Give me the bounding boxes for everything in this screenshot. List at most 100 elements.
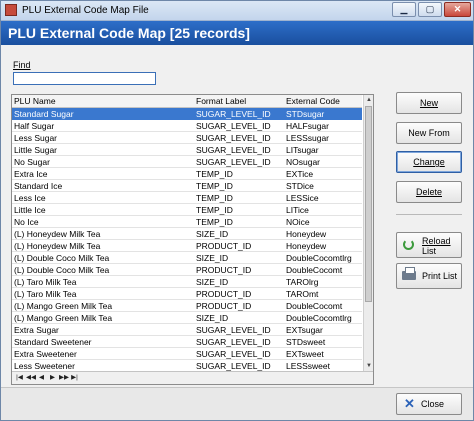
table-row[interactable]: Little Ice TEMP_ID LITice [12, 204, 362, 216]
plu-name-cell: Standard Ice [14, 181, 63, 191]
table-row[interactable]: (L) Taro Milk Tea PRODUCT_ID TAROmt [12, 288, 362, 300]
prev-page-icon[interactable]: ◀◀ [26, 373, 36, 383]
plu-grid: PLU Name Format Label External Code Stan… [11, 94, 374, 385]
external-code-cell: EXTsugar [286, 325, 323, 335]
table-row[interactable]: (L) Honeydew Milk Tea SIZE_ID Honeydew [12, 228, 362, 240]
format-label-cell: PRODUCT_ID [196, 301, 252, 311]
external-code-cell: NOsugar [286, 157, 321, 167]
plu-name-cell: (L) Mango Green Milk Tea [14, 301, 113, 311]
format-label-cell: SUGAR_LEVEL_ID [196, 325, 271, 335]
column-header-format-label[interactable]: Format Label [196, 96, 246, 106]
table-row[interactable]: Extra Sweetener SUGAR_LEVEL_ID EXTsweet [12, 348, 362, 360]
app-icon [5, 4, 17, 16]
table-row[interactable]: (L) Taro Milk Tea SIZE_ID TAROlrg [12, 276, 362, 288]
new-from-button[interactable]: New From [396, 122, 462, 144]
title-bar[interactable]: PLU External Code Map File ▁ ▢ ✕ [1, 1, 473, 21]
external-code-cell: LESSsweet [286, 361, 330, 371]
maximize-button[interactable]: ▢ [418, 2, 442, 17]
plu-name-cell: Extra Ice [14, 169, 48, 179]
header-band: PLU External Code Map [25 records] [1, 21, 473, 45]
window-close-button[interactable]: ✕ [444, 2, 471, 17]
external-code-cell: DoubleCocomt [286, 265, 343, 275]
format-label-cell: SUGAR_LEVEL_ID [196, 349, 271, 359]
external-code-cell: DoubleCocomt [286, 301, 343, 311]
scroll-thumb[interactable] [365, 106, 372, 302]
close-icon: ✕ [404, 396, 415, 411]
change-button[interactable]: Change [396, 151, 462, 173]
table-row[interactable]: Half Sugar SUGAR_LEVEL_ID HALFsugar [12, 120, 362, 132]
plu-name-cell: Less Ice [14, 193, 46, 203]
format-label-cell: SIZE_ID [196, 277, 229, 287]
grid-header: PLU Name Format Label External Code [12, 95, 362, 108]
table-row[interactable]: Standard Sweetener SUGAR_LEVEL_ID STDsweet [12, 336, 362, 348]
plu-name-cell: (L) Double Coco Milk Tea [14, 253, 110, 263]
next-record-icon[interactable]: ▶ [48, 373, 57, 383]
plu-name-cell: No Ice [14, 217, 39, 227]
table-row[interactable]: Extra Ice TEMP_ID EXTice [12, 168, 362, 180]
plu-name-cell: (L) Mango Green Milk Tea [14, 313, 113, 323]
format-label-cell: SUGAR_LEVEL_ID [196, 109, 271, 119]
table-row[interactable]: No Sugar SUGAR_LEVEL_ID NOsugar [12, 156, 362, 168]
plu-name-cell: Half Sugar [14, 121, 55, 131]
format-label-cell: TEMP_ID [196, 169, 233, 179]
format-label-cell: SUGAR_LEVEL_ID [196, 361, 271, 371]
plu-name-cell: (L) Honeydew Milk Tea [14, 241, 101, 251]
table-row[interactable]: Less Sugar SUGAR_LEVEL_ID LESSsugar [12, 132, 362, 144]
plu-name-cell: (L) Taro Milk Tea [14, 277, 77, 287]
table-row[interactable]: Extra Sugar SUGAR_LEVEL_ID EXTsugar [12, 324, 362, 336]
print-list-button[interactable]: Print List [396, 263, 462, 289]
printer-icon [402, 267, 416, 280]
table-row[interactable]: Standard Sugar SUGAR_LEVEL_ID STDsugar [12, 108, 362, 120]
new-button[interactable]: New [396, 92, 462, 114]
plu-name-cell: (L) Double Coco Milk Tea [14, 265, 110, 275]
external-code-cell: TAROmt [286, 289, 319, 299]
table-row[interactable]: (L) Mango Green Milk Tea PRODUCT_ID Double… [12, 300, 362, 312]
format-label-cell: TEMP_ID [196, 217, 233, 227]
table-row[interactable]: Standard Ice TEMP_ID STDice [12, 180, 362, 192]
format-label-cell: PRODUCT_ID [196, 241, 252, 251]
plu-name-cell: Less Sugar [14, 133, 57, 143]
format-label-cell: PRODUCT_ID [196, 265, 252, 275]
button-separator [396, 214, 462, 215]
format-label-cell: SUGAR_LEVEL_ID [196, 145, 271, 155]
external-code-cell: Honeydew [286, 241, 327, 251]
plu-name-cell: Extra Sweetener [14, 349, 77, 359]
prev-record-icon[interactable]: ◀ [37, 373, 46, 383]
column-header-external-code[interactable]: External Code [286, 96, 340, 106]
external-code-cell: DoubleCocomtlrg [286, 253, 352, 263]
last-record-icon[interactable]: ▶| [70, 373, 79, 383]
reload-list-label: Reload List [422, 236, 451, 256]
column-header-plu-name[interactable]: PLU Name [14, 96, 56, 106]
table-row[interactable]: (L) Double Coco Milk Tea SIZE_ID DoubleCoc… [12, 252, 362, 264]
external-code-cell: STDsugar [286, 109, 325, 119]
table-row[interactable]: (L) Honeydew Milk Tea PRODUCT_ID Honeydew [12, 240, 362, 252]
plu-name-cell: Less Sweetener [14, 361, 75, 371]
format-label-cell: SIZE_ID [196, 229, 229, 239]
first-record-icon[interactable]: |◀ [15, 373, 24, 383]
format-label-cell: TEMP_ID [196, 205, 233, 215]
plu-name-cell: Little Sugar [14, 145, 57, 155]
plu-name-cell: No Sugar [14, 157, 50, 167]
format-label-cell: TEMP_ID [196, 193, 233, 203]
table-row[interactable]: (L) Mango Green Milk Tea SIZE_ID DoubleCoc… [12, 312, 362, 324]
next-page-icon[interactable]: ▶▶ [59, 373, 69, 383]
table-row[interactable]: Little Sugar SUGAR_LEVEL_ID LITsugar [12, 144, 362, 156]
plu-name-cell: (L) Honeydew Milk Tea [14, 229, 101, 239]
reload-icon [403, 239, 414, 250]
external-code-cell: DoubleCocomtlrg [286, 313, 352, 323]
minimize-button[interactable]: ▁ [392, 2, 416, 17]
delete-button[interactable]: Delete [396, 181, 462, 203]
external-code-cell: NOice [286, 217, 310, 227]
find-input[interactable] [13, 72, 156, 85]
scroll-down-icon[interactable]: ▼ [364, 361, 373, 371]
format-label-cell: SUGAR_LEVEL_ID [196, 133, 271, 143]
find-label: Find [13, 60, 31, 70]
reload-list-button[interactable]: Reload List [396, 232, 462, 258]
format-label-cell: SIZE_ID [196, 253, 229, 263]
vertical-scrollbar[interactable]: ▲ ▼ [363, 95, 373, 371]
table-row[interactable]: Less Ice TEMP_ID LESSice [12, 192, 362, 204]
table-row[interactable]: No Ice TEMP_ID NOice [12, 216, 362, 228]
table-row[interactable]: (L) Double Coco Milk Tea PRODUCT_ID Double… [12, 264, 362, 276]
scroll-up-icon[interactable]: ▲ [364, 95, 373, 105]
close-button[interactable]: ✕ Close [396, 393, 462, 415]
